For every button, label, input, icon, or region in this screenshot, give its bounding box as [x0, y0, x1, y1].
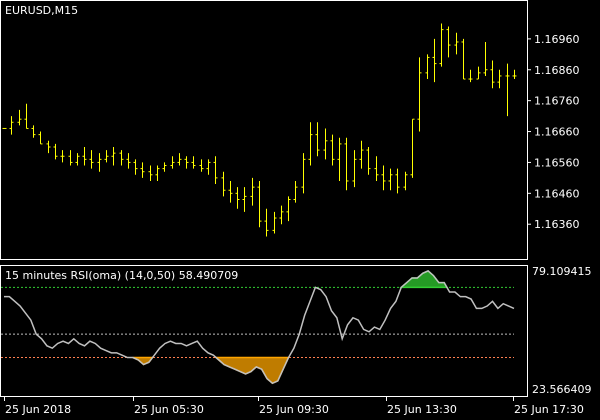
price-bar [381, 165, 386, 191]
price-bar [17, 109, 22, 126]
price-bars [2, 23, 517, 237]
price-bar [148, 165, 153, 181]
rsi-levels [1, 286, 514, 359]
price-axis-label: 1.16660 [534, 126, 580, 139]
price-bar [250, 177, 255, 206]
price-bar [257, 180, 262, 228]
price-bar [235, 187, 240, 209]
price-bar [352, 150, 357, 188]
price-bar [505, 63, 510, 117]
price-bar [206, 159, 211, 175]
price-bar [337, 137, 342, 181]
price-axis-label: 1.16860 [534, 64, 580, 77]
price-bar [104, 150, 109, 163]
price-bar [425, 54, 430, 80]
price-bar [199, 159, 204, 172]
price-bar [476, 66, 481, 80]
price-bar [286, 196, 291, 222]
rsi-title: 15 minutes RSI(oma) (14,0,50) 58.490709 [5, 269, 238, 282]
price-panel: EURUSD,M15 1.163601.164601.165601.166601… [0, 0, 580, 260]
price-bar [272, 211, 277, 234]
rsi-axis-max-label: 79.109415 [532, 265, 592, 278]
rsi-axis-min-label: 23.566409 [532, 383, 592, 396]
time-axis-label: 25 Jun 13:30 [387, 403, 457, 416]
price-axis-label: 1.16760 [534, 95, 580, 108]
chart-canvas: EURUSD,M15 1.163601.164601.165601.166601… [0, 0, 592, 416]
price-bar [31, 125, 36, 138]
rsi-panel-frame [0, 265, 528, 397]
price-bar [119, 150, 124, 166]
price-bar [512, 69, 517, 80]
price-bar [468, 69, 473, 83]
time-axis-label: 25 Jun 05:30 [134, 403, 204, 416]
price-bar [417, 57, 422, 132]
price-bar [315, 122, 320, 157]
price-bar [60, 150, 65, 163]
price-bar [359, 140, 364, 169]
price-bar [323, 128, 328, 160]
price-bar [264, 208, 269, 237]
price-bar [82, 146, 87, 166]
price-bar [439, 23, 444, 67]
price-bar [374, 156, 379, 181]
price-bar [155, 165, 160, 181]
price-axis: 1.16360 1.16460 1.16560 1.16660 1.16760 1.168… [527, 33, 580, 231]
time-axis-label: 25 Jun 2018 [5, 403, 71, 416]
price-bar [184, 156, 189, 169]
price-bar [111, 146, 116, 166]
price-axis-label: 1.16360 [534, 218, 580, 231]
price-bar [410, 118, 415, 178]
price-bar [228, 180, 233, 203]
price-bar [9, 116, 14, 135]
rsi-panel: 15 minutes RSI(oma) (14,0,50) 58.490709 … [0, 265, 592, 397]
price-bar [301, 153, 306, 194]
price-bar [75, 153, 80, 166]
price-bar [242, 187, 247, 212]
time-axis-label: 25 Jun 17:30 [514, 403, 584, 416]
price-bar [89, 150, 94, 169]
price-bar [170, 156, 175, 169]
price-bar [403, 171, 408, 191]
price-bar [483, 41, 488, 76]
price-bar [497, 69, 502, 89]
price-axis-label: 1.16960 [534, 33, 580, 46]
price-bar [395, 168, 400, 194]
price-bar [279, 205, 284, 225]
price-bar [162, 162, 167, 172]
price-bar [308, 122, 313, 166]
price-bar [24, 103, 29, 129]
price-bar [191, 156, 196, 169]
price-bar [293, 180, 298, 203]
price-bar [140, 162, 145, 178]
price-bar [126, 153, 131, 169]
price-axis-label: 1.16460 [534, 187, 580, 200]
price-bar [221, 171, 226, 197]
price-bar [330, 134, 335, 166]
price-bar [454, 32, 459, 55]
price-bar [366, 146, 371, 175]
price-bar [133, 159, 138, 175]
price-bar [97, 153, 102, 172]
price-bar [213, 156, 218, 185]
time-axis-label: 25 Jun 09:30 [259, 403, 329, 416]
price-bar [68, 150, 73, 166]
price-bar [344, 137, 349, 191]
symbol-title: EURUSD,M15 [5, 4, 78, 17]
price-axis-label: 1.16560 [534, 156, 580, 169]
price-bar [432, 38, 437, 83]
price-bar [177, 153, 182, 166]
price-bar [461, 38, 466, 80]
price-bar [53, 143, 58, 160]
price-bar [490, 60, 495, 89]
price-bar [388, 168, 393, 191]
time-axis: 25 Jun 2018 25 Jun 05:30 25 Jun 09:30 25 Ju… [4, 396, 584, 416]
price-bar [446, 26, 451, 58]
price-bar [38, 131, 43, 145]
price-bar [46, 140, 51, 154]
